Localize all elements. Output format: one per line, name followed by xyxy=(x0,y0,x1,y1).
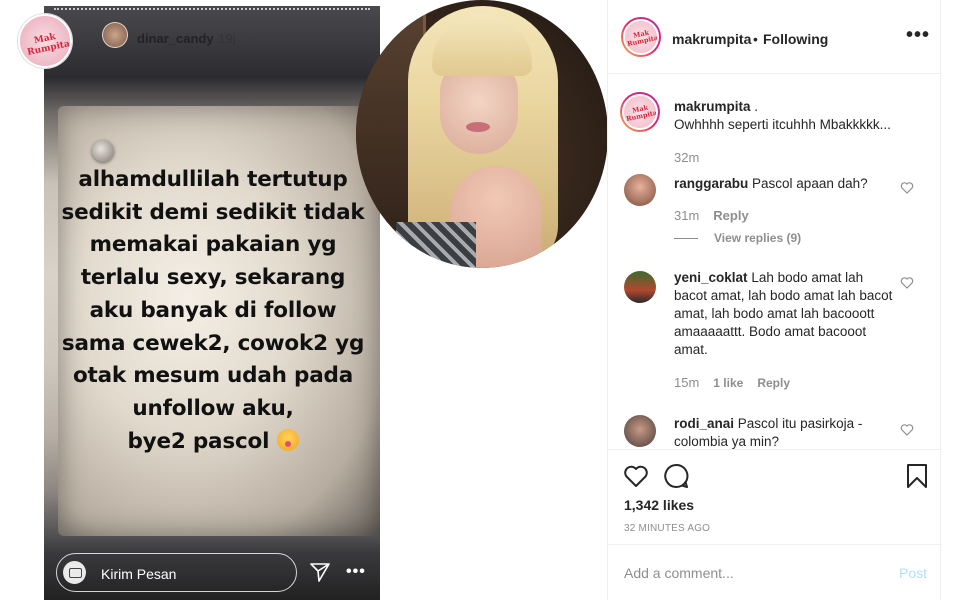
tongue-emoji-icon xyxy=(276,428,299,451)
story-caption-line: otak mesum udah pada xyxy=(72,363,354,389)
watermark-logo: Mak Rumpita xyxy=(18,14,72,68)
more-options-icon[interactable]: ••• xyxy=(906,24,930,47)
heart-icon[interactable] xyxy=(900,276,914,290)
replies-divider xyxy=(674,238,698,239)
camera-icon xyxy=(63,561,86,584)
heart-icon[interactable] xyxy=(900,423,914,437)
likes-count[interactable]: 1,342 likes xyxy=(624,497,694,513)
instagram-post: alhamdullilah tertutup sedikit demi sedi… xyxy=(0,0,980,603)
story-reply-field: Kirim Pesan xyxy=(56,553,297,592)
story-progress-bar xyxy=(54,8,370,10)
avatar[interactable] xyxy=(624,415,656,447)
story-screenshot: alhamdullilah tertutup sedikit demi sedi… xyxy=(44,6,380,600)
story-user-avatar xyxy=(102,22,128,48)
inset-photo xyxy=(356,0,607,268)
story-caption-line: memakai pakaian yg xyxy=(89,232,337,258)
story-caption-line: aku banyak di follow xyxy=(89,297,337,323)
following-button[interactable]: Following xyxy=(763,31,828,47)
comment-icon[interactable] xyxy=(663,463,689,489)
comment-likes[interactable]: 1 like xyxy=(713,376,743,390)
comment-text: rodi_anai Pascol itu pasirkoja - colombi… xyxy=(674,415,896,449)
story-caption-line: sedikit demi sedikit tidak xyxy=(61,199,365,225)
avatar-logo-text: Mak Rumpita xyxy=(625,103,658,124)
watermark-logo-text: Mak Rumpita xyxy=(26,31,71,58)
post-timestamp[interactable]: 32 MINUTES AGO xyxy=(624,523,710,534)
photo-lips xyxy=(466,122,490,132)
story-time: 19j xyxy=(218,31,236,46)
story-username: dinar_candy xyxy=(137,31,214,46)
story-caption-line: alhamdullilah tertutup xyxy=(78,167,348,192)
header-username-link[interactable]: makrumpita xyxy=(672,31,751,47)
avatar[interactable]: Mak Rumpita xyxy=(620,92,660,132)
comment-text: ranggarabu Pascol apaan dah? xyxy=(674,175,896,193)
send-icon xyxy=(310,563,330,582)
comment-meta: 15m 1 like Reply xyxy=(674,375,804,390)
story-caption-line: unfollow aku, xyxy=(132,395,294,421)
avatar[interactable]: Mak Rumpita xyxy=(621,17,661,57)
avatar[interactable] xyxy=(624,271,656,303)
caption-time: 32m xyxy=(674,150,700,165)
story-reply-placeholder: Kirim Pesan xyxy=(101,566,177,582)
comment-time: 31m xyxy=(674,208,700,223)
post-media[interactable]: alhamdullilah tertutup sedikit demi sedi… xyxy=(0,0,607,603)
reply-button[interactable]: Reply xyxy=(757,376,790,390)
comment-username[interactable]: rodi_anai xyxy=(674,416,734,431)
header-separator: • xyxy=(753,31,758,47)
comment-username[interactable]: yeni_coklat xyxy=(674,270,748,285)
post-button[interactable]: Post xyxy=(899,565,927,581)
post-header: Mak Rumpita makrumpita • Following ••• xyxy=(608,0,942,74)
avatar[interactable] xyxy=(624,174,656,206)
comment-meta: 31m Reply xyxy=(674,208,763,223)
comment-time: 15m xyxy=(674,375,700,390)
story-caption-line: bye2 pascol xyxy=(127,428,270,454)
caption-username[interactable]: makrumpita xyxy=(674,99,751,114)
story-caption: alhamdullilah tertutup sedikit demi sedi… xyxy=(60,164,366,458)
story-caption-last-line: bye2 pascol xyxy=(60,426,366,459)
add-comment-bar: Add a comment... Post xyxy=(608,544,942,600)
story-more-icon: ••• xyxy=(346,563,366,580)
photo-dress xyxy=(396,222,476,268)
caption-text: makrumpita . Owhhhh seperti itcuhhh Mbak… xyxy=(674,98,896,134)
bookmark-icon[interactable] xyxy=(906,463,928,489)
post-sidebar: Mak Rumpita makrumpita • Following ••• M… xyxy=(607,0,942,600)
caption-body-line2: Owhhhh seperti itcuhhh Mbakkkkk... xyxy=(674,117,891,132)
caption-body: . xyxy=(754,99,759,114)
comments-list[interactable]: Mak Rumpita makrumpita . Owhhhh seperti … xyxy=(608,75,942,449)
reply-button[interactable]: Reply xyxy=(713,208,748,223)
story-caption-line: terlalu sexy, sekarang xyxy=(80,265,346,291)
view-replies-button[interactable]: View replies (9) xyxy=(714,231,801,245)
post-actions: 1,342 likes 32 MINUTES AGO Add a comment… xyxy=(608,449,942,599)
door-knob xyxy=(92,140,114,162)
comment-input[interactable]: Add a comment... xyxy=(624,565,734,581)
comment-text: yeni_coklat Lah bodo amat lah bacot amat… xyxy=(674,269,896,359)
heart-icon[interactable] xyxy=(900,181,914,195)
comment-body: Pascol apaan dah? xyxy=(752,176,868,191)
story-caption-line: sama cewek2, cowok2 yg xyxy=(61,330,365,356)
comment-username[interactable]: ranggarabu xyxy=(674,176,748,191)
avatar-logo-text: Mak Rumpita xyxy=(626,28,659,49)
heart-icon[interactable] xyxy=(623,463,649,489)
